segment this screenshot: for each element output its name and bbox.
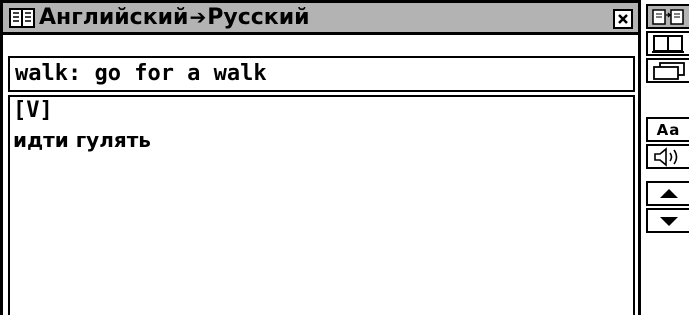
dictionary-book-icon — [651, 34, 684, 53]
dictionary-book-icon — [9, 7, 35, 28]
dictionary-window: Английский➔Русский walk: go for a walk [… — [0, 0, 641, 315]
target-language: Русский — [207, 5, 310, 30]
speaker-icon — [653, 146, 677, 167]
close-button[interactable] — [613, 9, 633, 29]
scroll-up-icon — [659, 188, 678, 198]
translation-text: идти гулять — [13, 128, 151, 152]
side-toolbar: Aa — [644, 0, 689, 315]
part-of-speech-tag: [V] — [13, 98, 53, 123]
swap-languages-icon — [651, 8, 684, 25]
scroll-up-button[interactable] — [646, 181, 689, 206]
title-bar: Английский➔Русский — [3, 3, 638, 35]
source-language: Английский — [39, 5, 189, 30]
cards-button[interactable] — [646, 58, 689, 83]
scroll-down-button[interactable] — [646, 208, 689, 233]
cards-icon — [652, 61, 685, 80]
search-input[interactable]: walk: go for a walk — [8, 56, 635, 92]
dictionary-button[interactable] — [646, 31, 689, 56]
swap-languages-button[interactable] — [646, 4, 689, 29]
scroll-down-icon — [659, 216, 678, 226]
close-icon — [618, 14, 628, 24]
translation-panel: [V] идти гулять — [8, 95, 635, 315]
speaker-button[interactable] — [646, 144, 689, 169]
font-size-icon: Aa — [656, 120, 681, 139]
font-size-button[interactable]: Aa — [646, 117, 689, 142]
direction-arrow-icon: ➔ — [189, 5, 207, 29]
window-title: Английский➔Русский — [39, 5, 310, 30]
